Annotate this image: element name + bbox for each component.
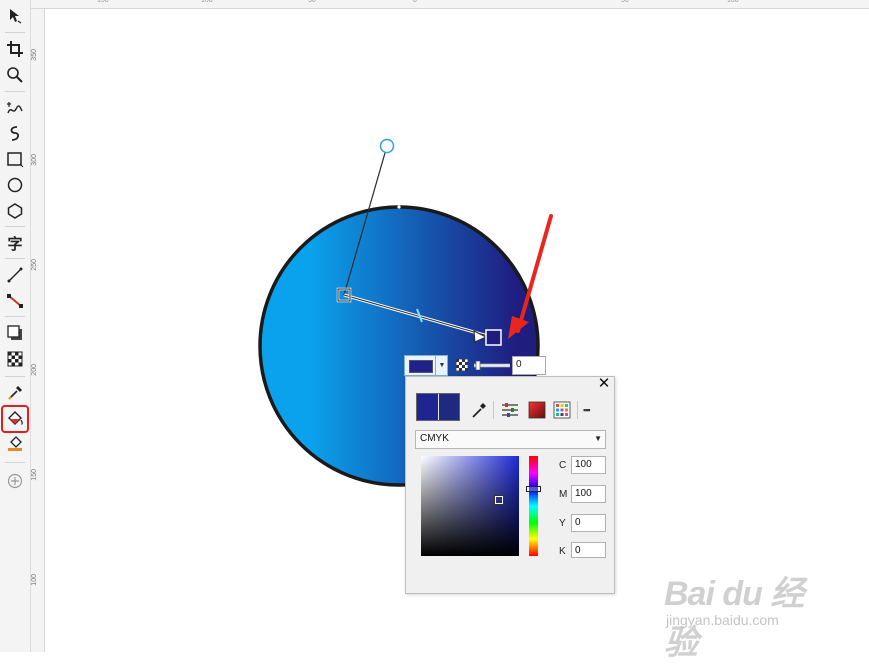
black-label: K [559, 546, 566, 557]
sliders-icon [502, 403, 518, 417]
current-color-preview [416, 393, 460, 421]
cyan-input[interactable]: 100 [571, 456, 606, 474]
close-icon[interactable]: ✕ [596, 376, 612, 391]
node-color-panel: ✕ ▪▪▪ CMYK ▼ C 100 M 100 Y 0 K 0 [405, 376, 615, 594]
more-options-button[interactable]: ▪▪▪ [583, 401, 601, 419]
yellow-label: Y [559, 518, 566, 529]
node-color-picker-button[interactable]: ▼ [404, 355, 448, 376]
gradient-angle-handle[interactable] [379, 138, 395, 154]
transparency-checker-icon [456, 359, 468, 371]
cyan-label: C [559, 460, 567, 471]
watermark: Bai du 经验 jingyan.baidu.com [664, 560, 834, 662]
color-model-select[interactable]: CMYK ▼ [415, 430, 606, 449]
panel-divider [493, 401, 494, 419]
watermark-url: jingyan.baidu.com [666, 612, 779, 628]
node-fill-property-bar: ▼ 0 [404, 355, 546, 376]
color-sliders-button[interactable] [501, 401, 519, 419]
chevron-down-icon: ▼ [594, 434, 602, 443]
hue-slider-handle[interactable] [526, 486, 541, 492]
circle-top-node [397, 205, 401, 209]
color-palettes-button[interactable] [553, 401, 571, 419]
black-input[interactable]: 0 [571, 542, 606, 558]
color-picker-marker[interactable] [494, 495, 504, 505]
magenta-input[interactable]: 100 [571, 485, 606, 503]
gradient-end-node[interactable] [485, 329, 502, 346]
panel-divider [577, 401, 578, 419]
eyedropper-icon [472, 403, 486, 418]
color-viewer-button[interactable] [528, 401, 546, 419]
transparency-input[interactable]: 0 [512, 356, 546, 375]
hue-slider[interactable] [526, 456, 541, 556]
transparency-slider[interactable] [474, 361, 510, 370]
yellow-input[interactable]: 0 [571, 514, 606, 532]
chevron-down-icon: ▼ [435, 356, 448, 375]
palette-grid-icon [553, 401, 571, 419]
magenta-label: M [559, 489, 568, 500]
new-color-swatch [417, 394, 438, 420]
old-color-swatch [438, 394, 459, 420]
color-viewer-icon [528, 401, 546, 419]
node-color-swatch [409, 360, 433, 373]
color-eyedropper-button[interactable] [470, 401, 488, 419]
saturation-value-picker[interactable] [421, 456, 519, 556]
color-model-value: CMYK [420, 433, 449, 444]
